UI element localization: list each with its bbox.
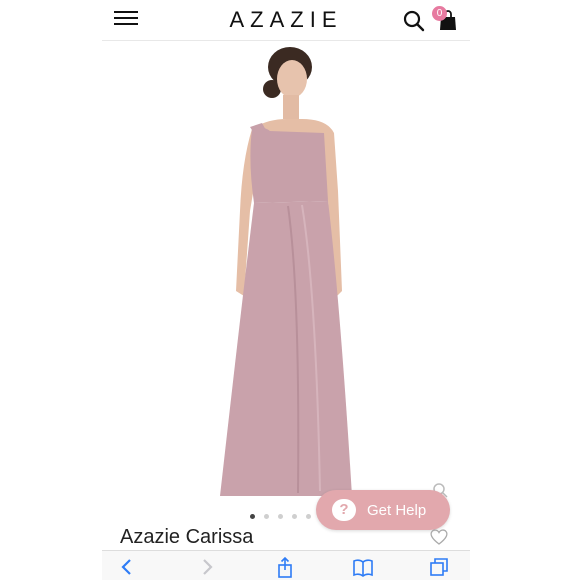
browser-toolbar [102, 550, 470, 580]
carousel-dot[interactable] [278, 514, 283, 519]
get-help-label: Get Help [367, 501, 427, 519]
carousel-dot[interactable] [292, 514, 297, 519]
help-question-icon: ? [332, 499, 356, 521]
bookmarks-icon[interactable] [352, 556, 374, 578]
image-carousel-dots[interactable] [250, 514, 311, 519]
share-icon[interactable] [274, 556, 296, 578]
cart-count-badge: 0 [432, 6, 447, 21]
forward-arrow-icon[interactable] [196, 556, 218, 578]
tabs-icon[interactable] [428, 556, 450, 578]
carousel-dot[interactable] [264, 514, 269, 519]
carousel-dot[interactable] [306, 514, 311, 519]
carousel-dot-active[interactable] [250, 514, 255, 519]
get-help-button[interactable]: ? Get Help [316, 490, 450, 530]
site-header: AZAZIE 0 [102, 0, 470, 41]
product-title: Azazie Carissa [120, 526, 254, 548]
mobile-screen: AZAZIE 0 ? Get Help Azazie Carissa [102, 0, 470, 580]
back-arrow-icon[interactable] [116, 556, 138, 578]
product-image[interactable] [102, 41, 470, 507]
search-icon[interactable] [402, 9, 426, 33]
heart-icon[interactable] [429, 528, 449, 546]
